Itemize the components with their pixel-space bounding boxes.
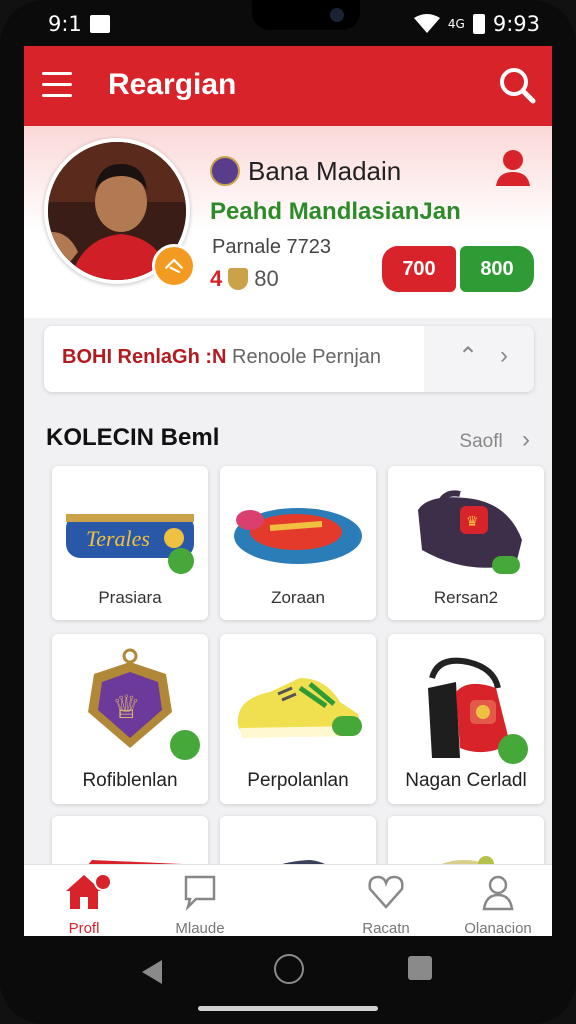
status-dot	[492, 556, 520, 574]
recent-apps-icon[interactable]	[408, 956, 432, 980]
shield-icon	[228, 268, 249, 290]
tab-label: Olanacion	[464, 920, 532, 936]
banner-nav: ⌃ ›	[424, 326, 534, 392]
item-label: Rofiblenlan	[82, 770, 178, 791]
stat-red: 4	[210, 266, 223, 291]
item-label: Rersan2	[433, 588, 499, 607]
collection-card[interactable]: Terales Prasiara	[52, 466, 208, 620]
status-dot	[170, 730, 200, 760]
phone-frame: 9:1 4G 9:93 Reargian Bana Madain Peahd M…	[0, 0, 576, 1024]
tab-favorites[interactable]: Racatn	[336, 873, 436, 936]
see-all-label: Saofl	[459, 431, 503, 452]
tab-messages[interactable]: Mlaude	[150, 873, 250, 936]
status-bar: 9:1 4G 9:93	[24, 0, 552, 46]
profile-subtitle: Peahd MandlasianJan	[210, 198, 461, 225]
battery-icon	[472, 14, 485, 34]
hamburger-icon[interactable]	[42, 72, 72, 98]
app-bar: Reargian	[24, 46, 552, 126]
gesture-pill	[198, 1006, 378, 1011]
collection-card[interactable]: ♕ Rofiblenlan	[52, 634, 208, 804]
system-nav-bar	[0, 936, 576, 1024]
back-icon[interactable]	[140, 958, 164, 986]
see-all-link[interactable]: Saofl ›	[459, 426, 530, 454]
stat-gray: 80	[254, 266, 279, 291]
profile-name: Bana Madain	[248, 156, 402, 186]
tab-profile[interactable]: Profl	[34, 873, 134, 936]
status-dot	[332, 716, 362, 736]
home-button-icon[interactable]	[274, 954, 304, 984]
heart-icon	[368, 875, 404, 909]
item-label: Perpolanlan	[247, 770, 349, 791]
app-screen: Reargian Bana Madain Peahd MandlasianJan…	[24, 46, 552, 936]
edit-icon[interactable]	[152, 244, 196, 288]
announcement-banner[interactable]: BOHI RenlaGh :N Renoole Pernjan ⌃ ›	[44, 326, 534, 392]
sneaker-icon	[237, 678, 359, 738]
status-dot	[498, 734, 528, 764]
wifi-icon	[413, 14, 440, 33]
chevron-right-icon: ›	[522, 426, 530, 453]
chat-icon	[184, 875, 216, 912]
signal-label: 4G	[447, 17, 465, 31]
tab-label: Mlaude	[175, 920, 225, 936]
notification-badge	[94, 873, 112, 891]
club-logo-icon	[210, 156, 240, 186]
collection-card[interactable]: Zoraan	[220, 466, 376, 620]
banner-normal-text: Renoole Pernjan	[232, 346, 382, 368]
tab-label: Racatn	[362, 920, 410, 936]
shoe-bag-icon	[234, 508, 362, 564]
status-time-right: 9:93	[492, 12, 540, 36]
green-count-button[interactable]: 800	[460, 246, 534, 292]
bottom-nav: Profl Mlaude Racatn Olanacion	[24, 864, 552, 936]
collection-card[interactable]: ♛ Rersan2	[388, 466, 544, 620]
tab-label: Profl	[68, 920, 100, 936]
banner-text: BOHI RenlaGh :N Renoole Pernjan	[62, 346, 381, 369]
app-title: Reargian	[108, 68, 237, 101]
status-dot	[168, 548, 194, 574]
user-icon	[482, 875, 514, 911]
notification-icon	[89, 15, 110, 33]
chevron-right-icon[interactable]: ›	[500, 342, 508, 370]
collection-card[interactable]: Perpolanlan	[220, 634, 376, 804]
item-label: Prasiara	[98, 588, 162, 607]
profile-stats: 4 80	[210, 266, 279, 292]
user-icon[interactable]	[494, 148, 532, 188]
collection-card[interactable]: Nagan Cerladl	[388, 634, 544, 804]
tab-account[interactable]: Olanacion	[448, 873, 548, 936]
svg-text:♛: ♛	[466, 513, 479, 529]
profile-header: Bana Madain Peahd MandlasianJan Parnale …	[24, 126, 552, 318]
svg-text:♕: ♕	[112, 689, 141, 725]
banner-bold-text: BOHI RenlaGh :N	[62, 346, 227, 368]
svg-text:Terales: Terales	[86, 526, 150, 551]
profile-meta: Parnale 7723	[212, 236, 331, 258]
status-time: 9:1	[48, 12, 82, 36]
item-label: Zoraan	[271, 588, 325, 607]
item-label: Nagan Cerladl	[405, 770, 527, 791]
search-icon[interactable]	[498, 66, 536, 104]
section-title: KOLECIN Beml	[46, 424, 220, 451]
chevron-up-icon[interactable]: ⌃	[458, 342, 478, 371]
red-count-button[interactable]: 700	[382, 246, 456, 292]
